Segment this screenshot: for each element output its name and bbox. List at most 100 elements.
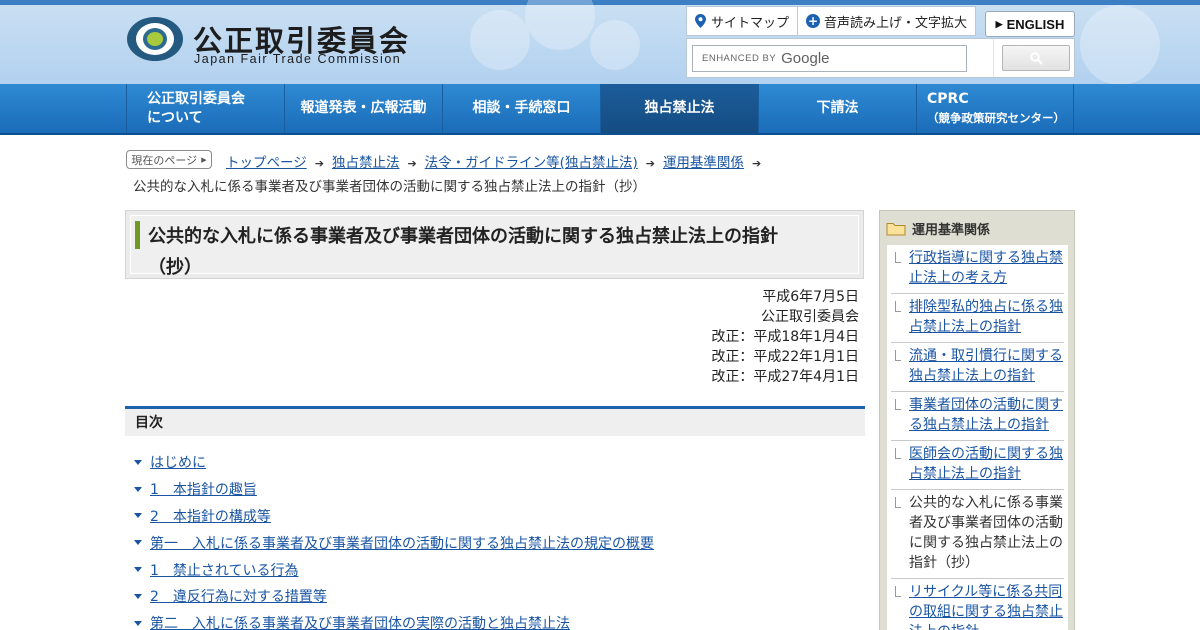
nav-consultation-label: 相談・手続窓口 — [472, 100, 571, 116]
sidebar-heading: 運用基準関係 — [886, 218, 990, 238]
arrow-right-icon: ➔ — [407, 157, 417, 170]
decorative-bubble — [1080, 5, 1160, 84]
toc-link[interactable]: 2 本指針の構成等 — [150, 506, 271, 526]
breadcrumb-top[interactable]: トップページ — [226, 155, 307, 171]
nav-cprc-line2: （競争政策研究センター） — [927, 110, 1065, 125]
sidebar-link[interactable]: 行政指導に関する独占禁止法上の考え方 — [909, 250, 1063, 286]
current-page-badge-label: 現在のページ — [131, 153, 198, 167]
jftc-logo[interactable] — [127, 17, 183, 61]
nav-about-line1: 公正取引委員会 — [147, 90, 245, 107]
toc-item: 1 禁止されている行為 — [134, 556, 654, 583]
decorative-bubble — [525, 0, 595, 50]
issue-date: 平成6年7月5日 — [762, 289, 859, 305]
site-subtitle: Japan Fair Trade Commission — [194, 52, 402, 66]
sidebar-item: 行政指導に関する独占禁止法上の考え方 — [891, 245, 1064, 294]
search-button[interactable] — [1002, 45, 1070, 71]
breadcrumb: トップページ ➔ 独占禁止法 ➔ 法令・ガイドライン等(独占禁止法) ➔ 運用基準関係 ➔ — [226, 151, 769, 171]
sidebar: 運用基準関係 行政指導に関する独占禁止法上の考え方 排除型私的独占に係る独占禁止… — [879, 210, 1075, 630]
arrow-right-icon: ➔ — [751, 157, 762, 170]
breadcrumb-antimonopoly[interactable]: 独占禁止法 — [332, 155, 400, 171]
arrow-right-icon: ➔ — [645, 157, 655, 170]
page-title-line2: （抄） — [148, 257, 202, 278]
site-header: 公正取引委員会 Japan Fair Trade Commission サイトマ… — [0, 0, 1200, 84]
sidebar-item: 事業者団体の活動に関する独占禁止法上の指針 — [891, 392, 1064, 441]
sidebar-heading-label: 運用基準関係 — [912, 222, 991, 238]
toc-item: 2 本指針の構成等 — [134, 503, 654, 530]
page-title-box: 公共的な入札に係る事業者及び事業者団体の活動に関する独占禁止法上の指針 （抄） — [125, 210, 864, 279]
issuer: 公正取引委員会 — [761, 309, 859, 325]
search-icon — [1029, 51, 1043, 65]
nav-antimonopoly[interactable]: 独占禁止法 — [600, 84, 758, 133]
sidebar-link[interactable]: 医師会の活動に関する独占禁止法上の指針 — [909, 446, 1063, 482]
nav-subcontract-label: 下請法 — [816, 100, 859, 116]
google-label: Google — [781, 50, 830, 67]
sidebar-item: 排除型私的独占に係る独占禁止法上の指針 — [891, 294, 1064, 343]
caret-down-icon — [134, 593, 142, 599]
issue-dates: 平成6年7月5日 公正取引委員会 改正：平成18年1月4日 改正：平成22年1月… — [711, 287, 859, 387]
sitemap-label: サイトマップ — [711, 15, 790, 31]
toc-item: 第二 入札に係る事業者及び事業者団体の実際の活動と独占禁止法 — [134, 610, 654, 630]
toc-item: 第一 入札に係る事業者及び事業者団体の活動に関する独占禁止法の規定の概要 — [134, 529, 654, 556]
search-input[interactable]: ENHANCED BY Google — [692, 45, 967, 72]
toc-item: 1 本指針の趣旨 — [134, 476, 654, 503]
global-nav: 公正取引委員会 について 報道発表・広報活動 相談・手続窓口 独占禁止法 下請法 … — [0, 84, 1200, 135]
sidebar-link[interactable]: 事業者団体の活動に関する独占禁止法上の指針 — [909, 397, 1063, 433]
toc-item: はじめに — [134, 449, 654, 476]
caret-down-icon — [134, 513, 142, 519]
nav-cprc-line1: CPRC — [927, 90, 969, 107]
sidebar-link[interactable]: リサイクル等に係る共同の取組に関する独占禁止法上の指針 — [909, 584, 1063, 630]
nav-consultation[interactable]: 相談・手続窓口 — [442, 84, 600, 133]
toc-list: はじめに 1 本指針の趣旨 2 本指針の構成等 第一 入札に係る事業者及び事業者… — [134, 449, 654, 630]
breadcrumb-current: 公共的な入札に係る事業者及び事業者団体の活動に関する独占禁止法上の指針（抄） — [133, 179, 646, 195]
current-page-badge: 現在のページ ▶ — [126, 150, 212, 169]
nav-about-line2: について — [147, 109, 203, 126]
nav-press[interactable]: 報道発表・広報活動 — [284, 84, 442, 133]
revision-date: 改正：平成18年1月4日 — [711, 329, 859, 345]
sidebar-link[interactable]: 流通・取引慣行に関する独占禁止法上の指針 — [909, 348, 1063, 384]
sidebar-list: 行政指導に関する独占禁止法上の考え方 排除型私的独占に係る独占禁止法上の指針 流… — [887, 245, 1068, 630]
toc-link[interactable]: 2 違反行為に対する措置等 — [150, 586, 327, 606]
nav-about[interactable]: 公正取引委員会 について — [126, 84, 284, 133]
utility-links: サイトマップ + 音声読み上げ・文字拡大 — [686, 6, 976, 36]
folder-icon — [886, 222, 906, 235]
page-title-line1: 公共的な入札に係る事業者及び事業者団体の活動に関する独占禁止法上の指針 — [148, 226, 778, 247]
search-divider — [993, 39, 994, 77]
toc-link[interactable]: 第二 入札に係る事業者及び事業者団体の実際の活動と独占禁止法 — [150, 613, 570, 630]
toc-link[interactable]: 1 本指針の趣旨 — [150, 479, 257, 499]
nav-cprc[interactable]: CPRC （競争政策研究センター） — [916, 84, 1074, 133]
plus-circle-icon: + — [806, 14, 820, 28]
accessibility-link[interactable]: + 音声読み上げ・文字拡大 — [797, 7, 975, 35]
revision-date: 改正：平成27年4月1日 — [711, 369, 859, 385]
english-label: ENGLISH — [1006, 16, 1065, 32]
caret-down-icon — [134, 540, 142, 546]
sidebar-item: 医師会の活動に関する独占禁止法上の指針 — [891, 441, 1064, 490]
english-button[interactable]: ▶ ENGLISH — [985, 11, 1075, 37]
map-pin-icon — [695, 14, 706, 28]
breadcrumb-operational[interactable]: 運用基準関係 — [663, 155, 744, 171]
caret-down-icon — [134, 620, 142, 626]
sitemap-link[interactable]: サイトマップ — [687, 7, 797, 35]
triangle-right-icon: ▶ — [201, 155, 207, 164]
nav-antimonopoly-label: 独占禁止法 — [644, 100, 715, 116]
title-accent-bar — [135, 221, 140, 249]
sidebar-current-label: 公共的な入札に係る事業者及び事業者団体の活動に関する独占禁止法上の指針（抄） — [909, 495, 1063, 571]
breadcrumb-laws[interactable]: 法令・ガイドライン等(独占禁止法) — [425, 155, 638, 171]
nav-subcontract[interactable]: 下請法 — [758, 84, 916, 133]
arrow-right-icon: ➔ — [314, 157, 324, 170]
caret-down-icon — [134, 567, 142, 573]
toc-link[interactable]: 第一 入札に係る事業者及び事業者団体の活動に関する独占禁止法の規定の概要 — [150, 533, 654, 553]
caret-down-icon — [134, 459, 142, 465]
sidebar-item-current: 公共的な入札に係る事業者及び事業者団体の活動に関する独占禁止法上の指針（抄） — [891, 490, 1064, 579]
toc-item: 2 違反行為に対する措置等 — [134, 583, 654, 610]
arrow-right-icon: ▶ — [995, 18, 1003, 29]
site-search: ENHANCED BY Google — [686, 38, 1075, 78]
nav-press-label: 報道発表・広報活動 — [300, 100, 427, 116]
decorative-bubble — [590, 20, 640, 70]
page-title: 公共的な入札に係る事業者及び事業者団体の活動に関する独占禁止法上の指針 （抄） — [148, 221, 838, 283]
revision-date: 改正：平成22年1月1日 — [711, 349, 859, 365]
toc-link[interactable]: 1 禁止されている行為 — [150, 560, 299, 580]
toc-heading: 目次 — [125, 406, 865, 436]
sidebar-link[interactable]: 排除型私的独占に係る独占禁止法上の指針 — [909, 299, 1063, 335]
toc-link[interactable]: はじめに — [150, 452, 206, 472]
caret-down-icon — [134, 486, 142, 492]
